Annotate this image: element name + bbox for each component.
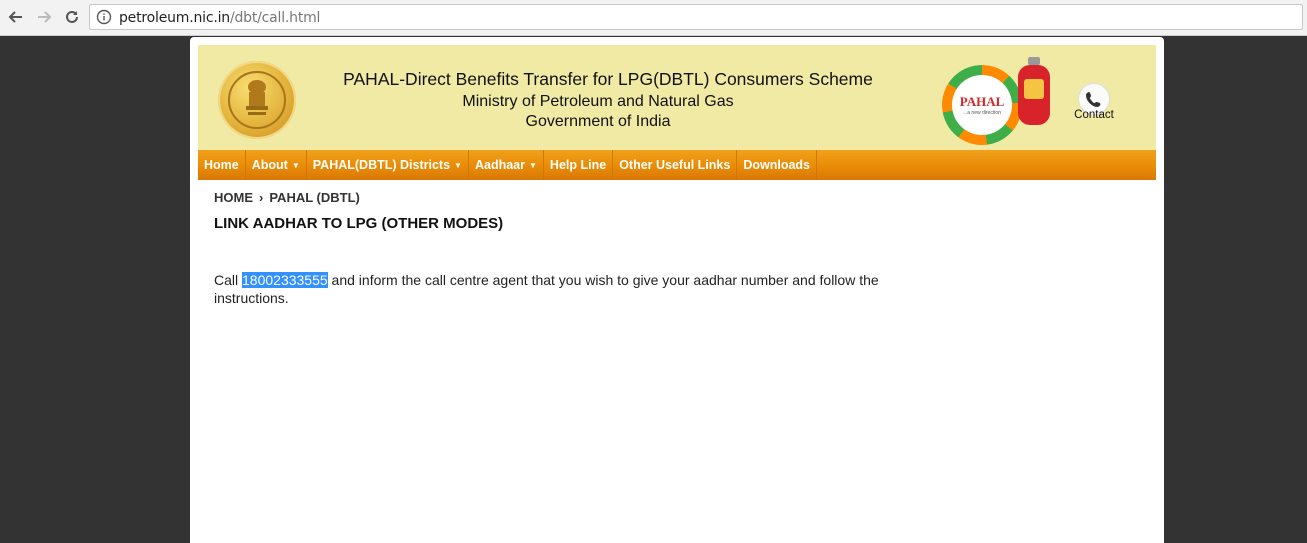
browser-toolbar: petroleum.nic.in/dbt/call.html	[0, 0, 1307, 36]
reload-icon	[66, 10, 78, 23]
breadcrumb-current: PAHAL (DBTL)	[269, 190, 360, 205]
phone-icon	[1086, 92, 1101, 107]
caret-down-icon: ▼	[529, 161, 537, 170]
caret-down-icon: ▼	[291, 161, 300, 170]
url-text[interactable]: petroleum.nic.in/dbt/call.html	[119, 10, 320, 26]
url-path: /dbt/call.html	[229, 10, 321, 26]
arrow-left-icon	[8, 11, 22, 23]
site-subtitle-government: Government of India	[525, 113, 671, 130]
page-container: PAHAL-Direct Benefits Transfer for LPG(D…	[190, 37, 1164, 543]
main-menu: Home About ▼ PAHAL(DBTL) Districts ▼ Aadha…	[198, 150, 1156, 180]
pahal-logo-text: PAHAL	[959, 94, 1005, 109]
pahal-logo-tagline: ...a new direction	[963, 110, 1001, 116]
page-title: LINK AADHAR TO LPG (OTHER MODES)	[214, 215, 504, 232]
text-before: Call	[214, 272, 243, 288]
breadcrumb-separator: ›	[259, 190, 264, 205]
info-icon[interactable]	[96, 9, 112, 30]
caret-down-icon: ▼	[454, 161, 462, 170]
site-header: PAHAL-Direct Benefits Transfer for LPG(D…	[198, 45, 1156, 150]
url-host: petroleum.nic.in	[119, 10, 230, 26]
breadcrumb: HOME › PAHAL (DBTL)	[214, 190, 360, 205]
menu-item-about[interactable]: About ▼	[246, 150, 307, 180]
menu-item-aadhaar[interactable]: Aadhaar ▼	[469, 150, 544, 180]
breadcrumb-home-link[interactable]: HOME	[214, 190, 253, 205]
back-button[interactable]	[6, 7, 26, 27]
menu-item-home[interactable]: Home	[198, 150, 246, 180]
menu-item-other-useful-links[interactable]: Other Useful Links	[613, 150, 738, 180]
site-subtitle-ministry: Ministry of Petroleum and Natural Gas	[462, 93, 734, 110]
instructions-text: Call 18002333555 and inform the call cen…	[214, 271, 934, 307]
lpg-cylinder-icon	[1018, 57, 1050, 125]
site-title: PAHAL-Direct Benefits Transfer for LPG(D…	[343, 69, 873, 89]
address-bar[interactable]: petroleum.nic.in/dbt/call.html	[89, 4, 1303, 30]
menu-item-help-line[interactable]: Help Line	[544, 150, 614, 180]
contact-label: Contact	[1074, 109, 1114, 121]
pahal-logo: PAHAL ...a new direction	[942, 65, 1022, 145]
phone-number-selected[interactable]: 18002333555	[242, 272, 328, 288]
menu-item-downloads[interactable]: Downloads	[737, 150, 817, 180]
contact-button[interactable]: Contact	[1064, 83, 1124, 123]
arrow-right-icon	[38, 11, 52, 23]
forward-button[interactable]	[34, 7, 54, 27]
menu-item-districts[interactable]: PAHAL(DBTL) Districts ▼	[307, 150, 469, 180]
reload-button[interactable]	[62, 7, 82, 27]
